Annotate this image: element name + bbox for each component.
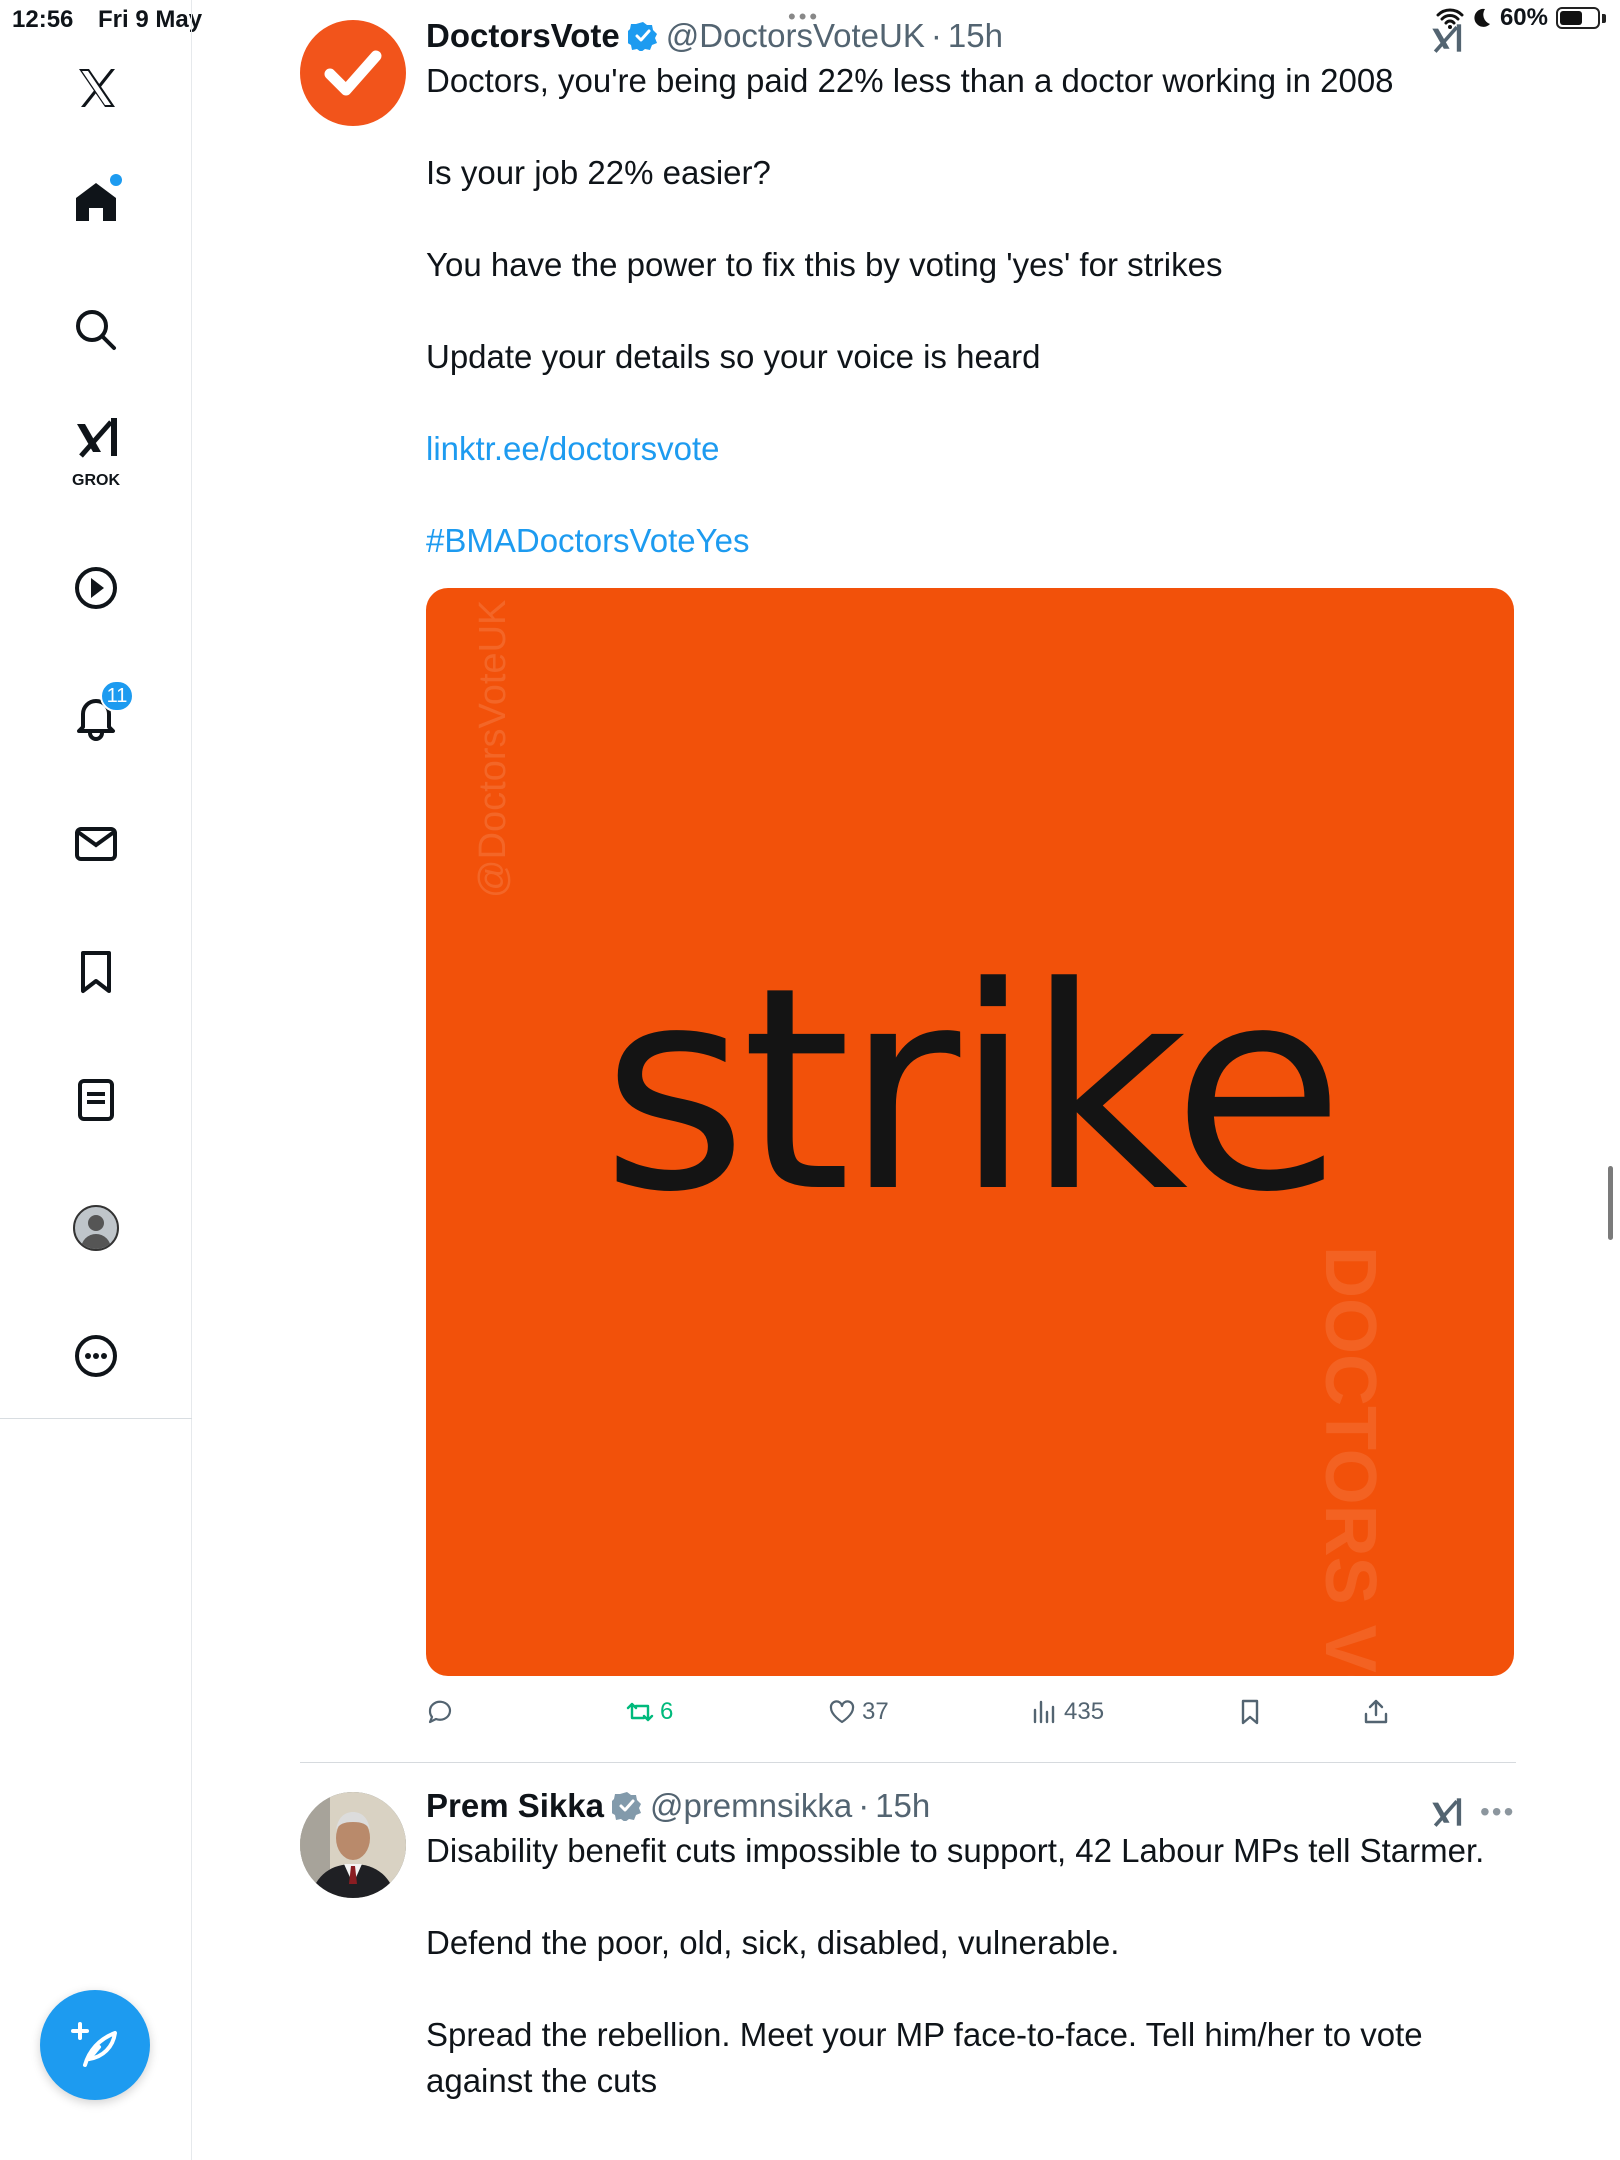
tweet-body: DoctorsVote @DoctorsVoteUK · 15h Doctors… (426, 14, 1515, 564)
sidebar-item-bookmarks[interactable] (56, 932, 136, 1012)
tweet-header: Prem Sikka @premnsikka · 15h (426, 1784, 1515, 1828)
image-watermark-logo: DOCTORS VOTE (1310, 1246, 1390, 1676)
more-options-icon[interactable]: ••• (1480, 1796, 1515, 1828)
image-watermark-handle: @DoctorsVoteUK (472, 599, 514, 898)
tweet-divider (300, 1762, 1516, 1763)
grok-icon (77, 418, 117, 458)
tweet-text: Disability benefit cuts impossible to su… (426, 1828, 1515, 2104)
share-icon (1364, 1699, 1388, 1724)
premsikka-avatar[interactable] (300, 1792, 406, 1898)
scrollbar-thumb[interactable] (1608, 1166, 1613, 1240)
like-count: 37 (862, 1698, 889, 1725)
sidebar-item-profile[interactable] (56, 1188, 136, 1268)
sidebar-item-notifications[interactable]: 11 (56, 676, 136, 756)
separator-dot: · (930, 17, 942, 54)
sidebar-item-lists[interactable] (56, 1060, 136, 1140)
grok-icon[interactable] (1428, 1794, 1464, 1830)
reply-icon (428, 1700, 452, 1724)
reply-button[interactable] (426, 1698, 454, 1726)
sidebar-item-home[interactable] (56, 162, 136, 242)
battery-nub (1602, 13, 1606, 23)
verified-badge-icon (627, 21, 658, 51)
more-icon (75, 1335, 117, 1377)
notification-badge: 11 (100, 680, 134, 712)
tweet-header: DoctorsVote @DoctorsVoteUK · 15h (426, 14, 1515, 58)
author-name[interactable]: Prem Sikka (426, 1784, 604, 1828)
tweet-hashtag[interactable]: #BMADoctorsVoteYes (426, 522, 749, 559)
retweet-count: 6 (660, 1698, 674, 1725)
like-button[interactable]: 37 (828, 1698, 889, 1726)
tweet-corner-actions (1428, 20, 1464, 56)
tweet-paragraph: Defend the poor, old, sick, disabled, vu… (426, 1924, 1120, 1961)
grok-label: GROK (72, 472, 120, 489)
views-button[interactable]: 435 (1030, 1698, 1104, 1726)
tweet-paragraph: Spread the rebellion. Meet your MP face-… (426, 2016, 1423, 2099)
bookmark-button[interactable] (1236, 1698, 1264, 1726)
tweet-link[interactable]: linktr.ee/doctorsvote (426, 430, 720, 467)
sidebar-item-video[interactable] (56, 548, 136, 628)
tweet-time[interactable]: 15h (948, 14, 1003, 58)
compose-post-button[interactable] (40, 1990, 150, 2100)
author-name[interactable]: DoctorsVote (426, 14, 620, 58)
sidebar-item-grok[interactable]: GROK (56, 410, 136, 490)
image-strike-word: strike (601, 928, 1344, 1254)
home-notification-dot (110, 174, 122, 186)
avatar-icon (73, 1205, 119, 1251)
list-icon (78, 1079, 114, 1121)
doctorsvote-avatar[interactable] (300, 20, 406, 126)
tweet-text: Doctors, you're being paid 22% less than… (426, 58, 1515, 564)
view-count: 435 (1064, 1698, 1105, 1725)
tweet-time[interactable]: 15h (875, 1784, 930, 1828)
tweet-paragraph: Is your job 22% easier? (426, 154, 771, 191)
play-icon (75, 567, 117, 609)
battery-icon (1556, 7, 1600, 29)
sidebar-divider (0, 1418, 192, 1419)
retweet-button[interactable]: 6 (626, 1698, 673, 1726)
mail-icon (75, 827, 117, 861)
tweet-paragraph: You have the power to fix this by voting… (426, 246, 1223, 283)
tweet-paragraph: Doctors, you're being paid 22% less than… (426, 62, 1394, 99)
tweet-corner-actions: ••• (1428, 1794, 1515, 1830)
checkmark-icon (324, 50, 382, 96)
verified-badge-icon (611, 1791, 642, 1821)
sidebar-item-messages[interactable] (56, 804, 136, 884)
sidebar-item-search[interactable] (56, 290, 136, 370)
feather-plus-icon (71, 2022, 117, 2067)
retweet-icon (626, 1702, 654, 1722)
share-button[interactable] (1362, 1698, 1390, 1726)
tweet-body: Prem Sikka @premnsikka · 15h Disability … (426, 1784, 1515, 2104)
tweet-actions: 6 37 435 (426, 1698, 1456, 1744)
tweet-paragraph: Disability benefit cuts impossible to su… (426, 1832, 1485, 1869)
grok-icon[interactable] (1428, 20, 1464, 56)
tweet-image[interactable]: @DoctorsVoteUK strike DOCTORS VOTE (426, 588, 1514, 1676)
views-chart-icon (1033, 1700, 1055, 1724)
author-handle[interactable]: @premnsikka (650, 1784, 852, 1828)
author-handle[interactable]: @DoctorsVoteUK (666, 14, 925, 58)
sidebar-nav: GROK 11 (0, 0, 192, 2160)
tweet-paragraph: Update your details so your voice is hea… (426, 338, 1041, 375)
portrait-photo (300, 1792, 406, 1898)
separator-dot: · (858, 1787, 870, 1824)
heart-icon (829, 1700, 855, 1724)
x-logo-icon (79, 69, 115, 107)
sidebar-item-x-logo[interactable] (56, 48, 136, 128)
search-icon (76, 310, 116, 350)
sidebar-item-more[interactable] (56, 1316, 136, 1396)
bookmark-icon (81, 951, 111, 993)
bookmark-icon (1241, 1699, 1259, 1725)
battery-level (1560, 11, 1582, 25)
